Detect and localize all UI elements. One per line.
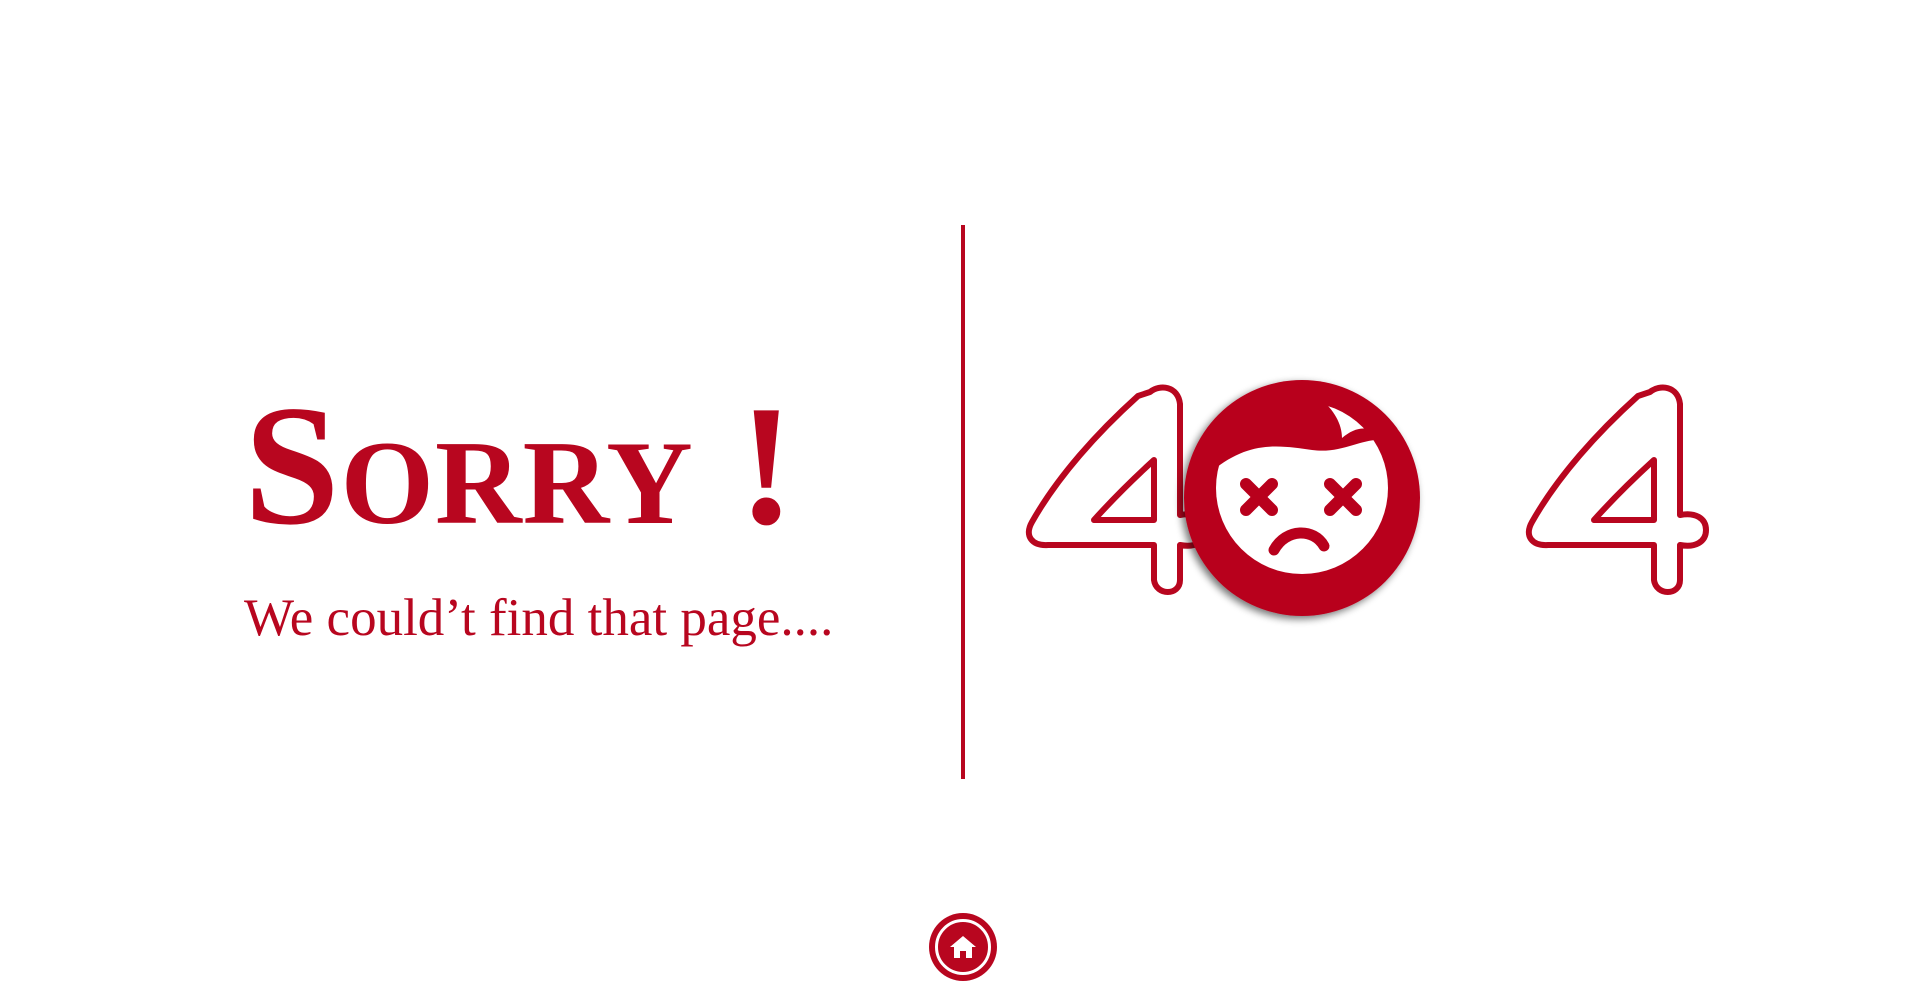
home-button[interactable]	[929, 913, 997, 981]
error-code-illustration: 404	[1020, 370, 1720, 640]
vertical-divider	[961, 225, 965, 779]
message-block: Sorry ! We could’t find that page....	[244, 380, 944, 645]
home-icon	[950, 936, 976, 958]
sad-face-icon	[1184, 380, 1420, 616]
digit-four-left	[1029, 388, 1206, 592]
error-subtitle: We could’t find that page....	[244, 589, 834, 647]
page-title: Sorry !	[244, 371, 797, 561]
digit-four-right	[1529, 388, 1706, 592]
